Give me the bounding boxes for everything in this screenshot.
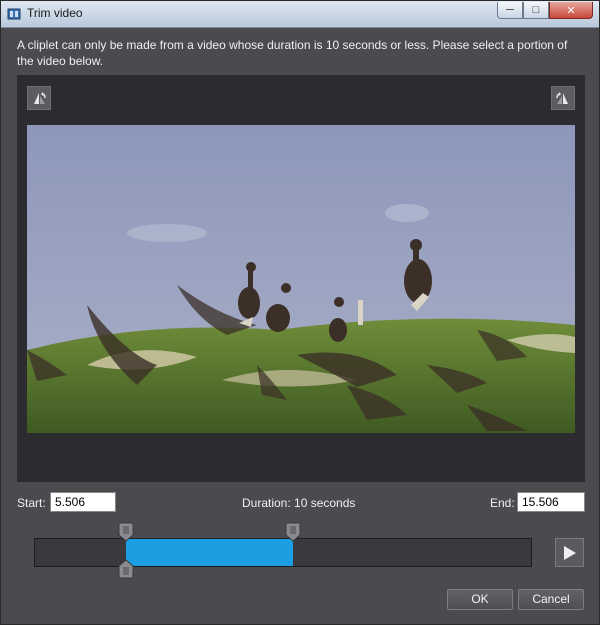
close-button[interactable]: ✕	[549, 2, 593, 19]
ok-button[interactable]: OK	[447, 589, 513, 610]
window-controls: ─ □ ✕	[497, 2, 593, 20]
video-frame-image	[27, 125, 575, 433]
instructions-text: A cliplet can only be made from a video …	[17, 38, 568, 68]
maximize-button[interactable]: □	[523, 2, 549, 19]
trim-timeline[interactable]	[34, 538, 532, 567]
window-title: Trim video	[27, 6, 83, 20]
end-time-input[interactable]: 15.506	[517, 492, 585, 512]
rotate-right-icon	[556, 92, 568, 104]
maximize-icon: □	[532, 4, 540, 16]
selected-range	[126, 539, 293, 566]
start-label: Start:	[17, 496, 46, 510]
duration-text: Duration: 10 seconds	[242, 496, 356, 510]
start-trim-handle[interactable]	[118, 522, 134, 542]
trim-video-dialog: Trim video ─ □ ✕ A cliplet can only be m…	[0, 0, 600, 625]
rotate-right-button[interactable]	[551, 86, 575, 110]
start-time-input[interactable]: 5.506	[50, 492, 116, 512]
rotate-left-button[interactable]	[27, 86, 51, 110]
cancel-button[interactable]: Cancel	[518, 589, 584, 610]
video-preview	[27, 125, 575, 433]
playhead-handle[interactable]	[118, 559, 134, 579]
end-trim-handle[interactable]	[285, 522, 301, 542]
app-icon	[7, 8, 21, 20]
rotate-left-icon	[34, 92, 46, 104]
title-bar[interactable]: Trim video ─ □ ✕	[1, 1, 599, 28]
minimize-button[interactable]: ─	[497, 2, 523, 19]
video-panel	[17, 75, 585, 482]
end-label: End:	[490, 496, 515, 510]
minimize-icon: ─	[506, 4, 514, 16]
play-button[interactable]	[555, 538, 584, 567]
close-icon: ✕	[566, 4, 576, 17]
play-icon	[563, 545, 576, 560]
